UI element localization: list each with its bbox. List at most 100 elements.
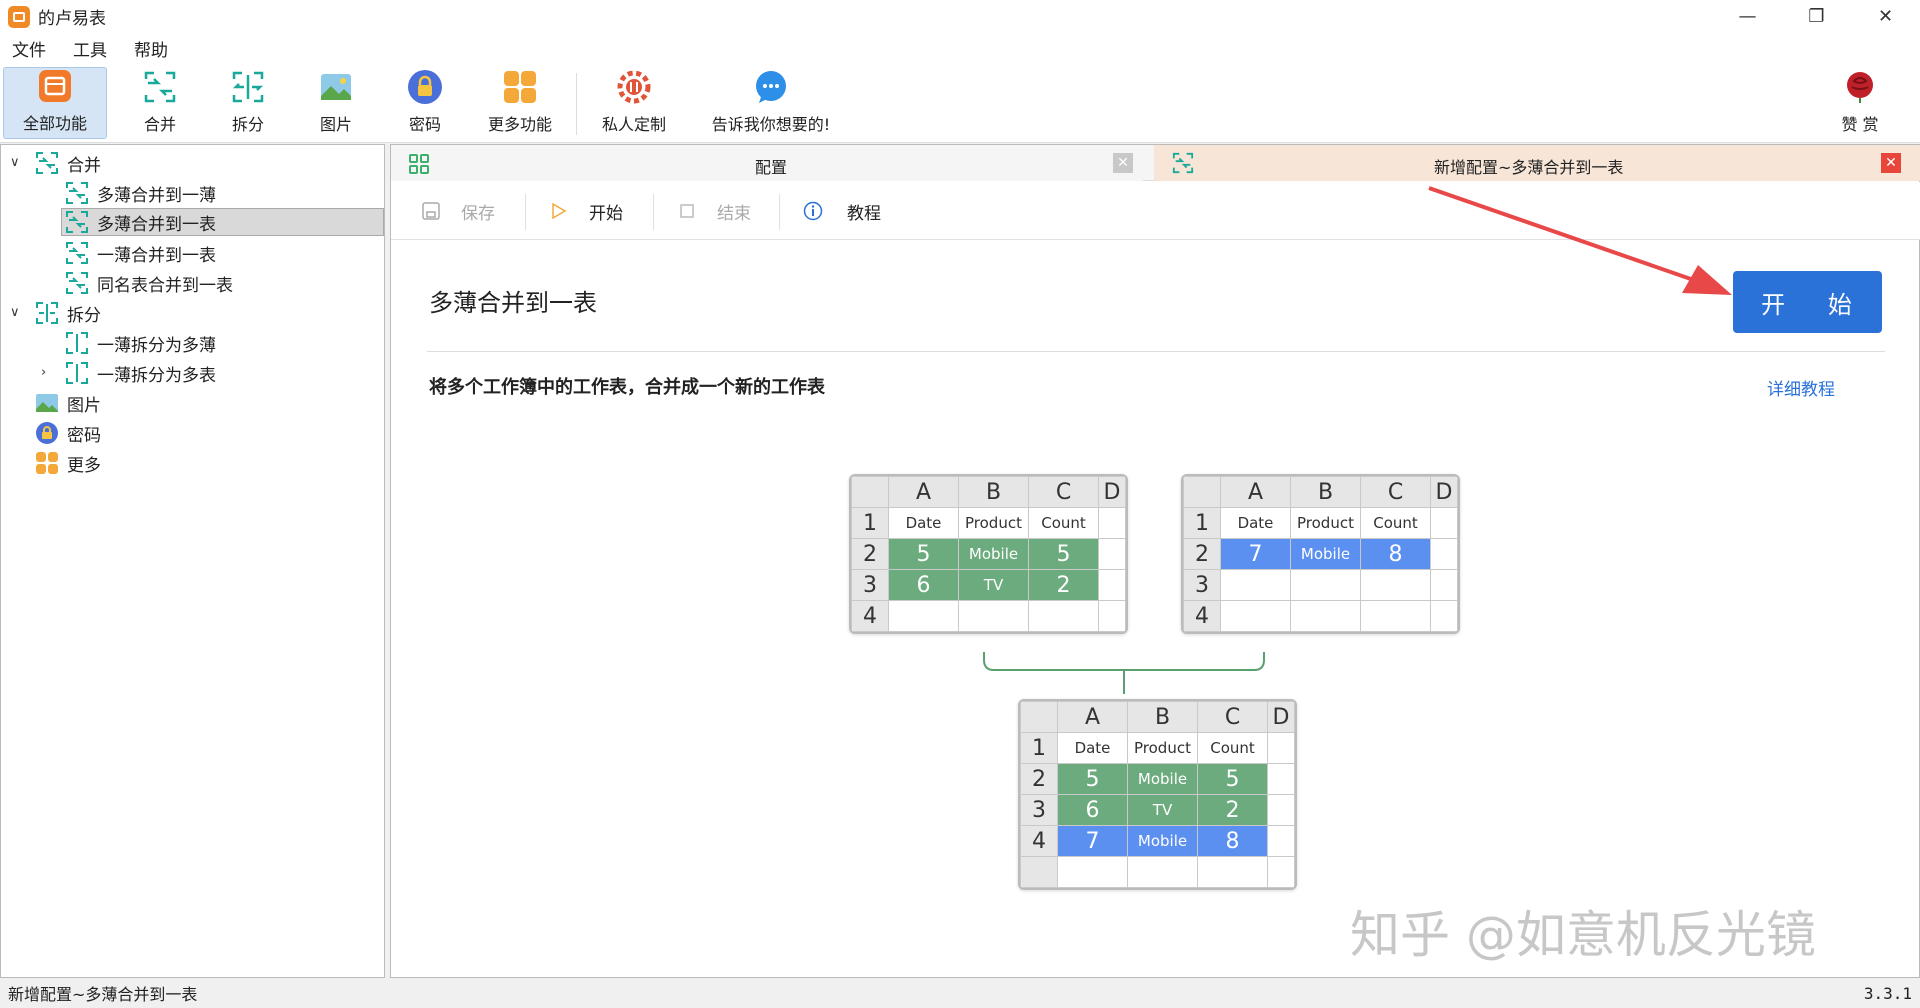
all-functions-button[interactable]: 全部功能 bbox=[3, 67, 107, 139]
tree-item-same-name-merge[interactable]: 同名表合并到一表 bbox=[65, 269, 233, 297]
tab-new-config[interactable]: 新增配置~多薄合并到一表 ✕ bbox=[1154, 145, 1920, 181]
tree-item-split-to-books[interactable]: 一薄拆分为多薄 bbox=[65, 329, 216, 357]
cell bbox=[1057, 856, 1128, 888]
page-title: 多薄合并到一表 bbox=[429, 289, 597, 317]
tree-item-multi-book-to-book[interactable]: 多薄合并到一薄 bbox=[65, 179, 216, 207]
merge-icon bbox=[142, 69, 178, 105]
cell: Product bbox=[958, 507, 1029, 539]
chevron-down-icon[interactable]: ∨ bbox=[10, 305, 20, 320]
cell bbox=[1360, 569, 1431, 601]
split-icon bbox=[230, 69, 266, 105]
cell bbox=[1267, 856, 1295, 888]
donate-label: 赞 赏 bbox=[1841, 115, 1879, 134]
end-button[interactable]: 结束 bbox=[679, 182, 751, 240]
row-header: 2 bbox=[1020, 763, 1058, 795]
source-sheet-2: ABCD 1 Date Product Count 2 7 Mobile 8 3 4 bbox=[1181, 474, 1460, 634]
custom-button[interactable]: 私人定制 bbox=[594, 67, 674, 139]
row-header: 2 bbox=[1183, 538, 1221, 570]
split-label: 拆分 bbox=[231, 115, 264, 134]
tree-item-label: 多薄合并到一表 bbox=[97, 214, 216, 235]
tree-item-label: 一薄合并到一表 bbox=[97, 245, 216, 266]
tree-node-password[interactable]: 密码 bbox=[35, 419, 101, 447]
tree-item-multi-book-to-sheet[interactable]: 多薄合并到一表 bbox=[61, 208, 384, 236]
tree-label-split: 拆分 bbox=[67, 305, 101, 326]
cell bbox=[1360, 600, 1431, 632]
save-label: 保存 bbox=[461, 203, 495, 224]
password-button[interactable]: 密码 bbox=[395, 67, 455, 139]
all-functions-label: 全部功能 bbox=[22, 114, 87, 133]
tutorial-link[interactable]: 详细教程 bbox=[1767, 375, 1835, 400]
result-sheet: ABCD 1 Date Product Count 2 5 Mobile 5 3 6 TV 2 4… bbox=[1018, 699, 1297, 890]
tutorial-button[interactable]: 教程 bbox=[803, 182, 881, 240]
picture-icon bbox=[318, 69, 354, 105]
save-icon bbox=[422, 202, 440, 220]
row-header bbox=[1020, 856, 1058, 888]
close-icon[interactable]: ✕ bbox=[1113, 153, 1133, 173]
source-sheet-1: ABCD 1 Date Product Count 2 5 Mobile 5 3 6 TV 2 4 bbox=[849, 474, 1128, 634]
cell: 8 bbox=[1360, 538, 1431, 570]
menu-file[interactable]: 文件 bbox=[12, 36, 46, 61]
col-header: D bbox=[1267, 701, 1295, 733]
cell bbox=[1098, 569, 1126, 601]
cell: Date bbox=[1057, 732, 1128, 764]
lock-icon bbox=[407, 69, 443, 105]
cell: 2 bbox=[1028, 569, 1099, 601]
tree-item-book-to-sheet[interactable]: 一薄合并到一表 bbox=[65, 239, 216, 267]
merge-button[interactable]: 合并 bbox=[130, 67, 190, 139]
col-header: D bbox=[1098, 476, 1126, 508]
start-button[interactable]: 开 始 bbox=[1733, 271, 1882, 333]
tree-node-merge[interactable]: ∨ 合并 bbox=[7, 149, 101, 177]
start-run-button[interactable]: 开始 bbox=[551, 182, 623, 240]
more-functions-button[interactable]: 更多功能 bbox=[480, 67, 560, 139]
tree-node-split[interactable]: ∨ 拆分 bbox=[7, 299, 101, 327]
corner-cell bbox=[1020, 701, 1058, 733]
row-header: 3 bbox=[1020, 794, 1058, 826]
menu-tools[interactable]: 工具 bbox=[73, 36, 107, 61]
split-icon bbox=[66, 332, 88, 354]
divider bbox=[427, 351, 1885, 352]
cell bbox=[958, 600, 1029, 632]
tree-item-split-to-sheets[interactable]: › 一薄拆分为多表 bbox=[41, 359, 216, 387]
cell: Date bbox=[1220, 507, 1291, 539]
cell: 7 bbox=[1220, 538, 1291, 570]
cell bbox=[1290, 600, 1361, 632]
picture-label: 图片 bbox=[319, 115, 352, 134]
cell: Mobile bbox=[1127, 825, 1198, 857]
cell: Mobile bbox=[1127, 763, 1198, 795]
tree-node-picture[interactable]: 图片 bbox=[35, 389, 101, 417]
tab-config[interactable]: 配置 ✕ bbox=[391, 145, 1143, 181]
close-window-button[interactable]: ✕ bbox=[1851, 0, 1920, 33]
cell: Product bbox=[1127, 732, 1198, 764]
picture-button[interactable]: 图片 bbox=[306, 67, 366, 139]
menu-bar: 文件 工具 帮助 bbox=[0, 33, 1920, 63]
col-header: B bbox=[1290, 476, 1361, 508]
cell bbox=[888, 600, 959, 632]
minimize-button[interactable]: — bbox=[1713, 0, 1782, 33]
row-header: 4 bbox=[851, 600, 889, 632]
save-button[interactable]: 保存 bbox=[421, 182, 495, 240]
cell: Count bbox=[1360, 507, 1431, 539]
password-label: 密码 bbox=[408, 115, 441, 134]
corner-cell bbox=[1183, 476, 1221, 508]
split-icon bbox=[66, 362, 88, 384]
donate-button[interactable]: 赞 赏 bbox=[1830, 67, 1890, 139]
divider bbox=[525, 194, 526, 230]
cell bbox=[1220, 569, 1291, 601]
feedback-button[interactable]: 告诉我你想要的! bbox=[700, 67, 842, 139]
close-icon[interactable]: ✕ bbox=[1881, 153, 1901, 173]
chevron-down-icon[interactable]: ∨ bbox=[10, 155, 20, 170]
cell: Date bbox=[888, 507, 959, 539]
restore-button[interactable]: ❐ bbox=[1782, 0, 1851, 33]
cell bbox=[1127, 856, 1198, 888]
lock-icon bbox=[36, 422, 58, 444]
status-bar: 新增配置~多薄合并到一表 3.3.1 bbox=[0, 978, 1920, 1008]
tree-node-more[interactable]: 更多 bbox=[35, 449, 101, 477]
cell bbox=[1098, 600, 1126, 632]
menu-help[interactable]: 帮助 bbox=[134, 36, 168, 61]
function-tree: ∨ 合并 多薄合并到一薄 多薄合并到一表 一薄合并到一表 同名表合并到一表 ∨ … bbox=[0, 144, 385, 978]
cell bbox=[1267, 825, 1295, 857]
chevron-right-icon[interactable]: › bbox=[41, 365, 46, 380]
app-icon bbox=[8, 5, 30, 28]
tree-label-more: 更多 bbox=[67, 455, 101, 476]
split-button[interactable]: 拆分 bbox=[218, 67, 278, 139]
